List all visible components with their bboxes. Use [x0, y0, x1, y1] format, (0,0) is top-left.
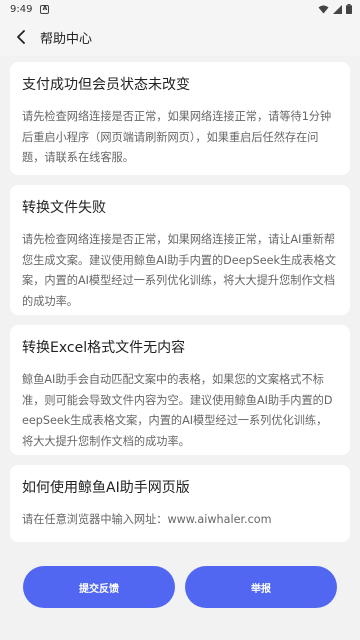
report-button[interactable]: 举报 [185, 566, 337, 608]
status-bar: 9:49 A [0, 0, 360, 18]
faq-body: 请先检查网络连接是否正常，如果网络连接正常，请等待1分钟后重启小程序（网页端请刷… [22, 110, 332, 164]
page-title: 帮助中心 [40, 31, 93, 47]
faq-title: 支付成功但会员状态未改变 [22, 77, 190, 93]
battery-icon [346, 4, 352, 14]
faq-list: 支付成功但会员状态未改变 请先检查网络连接是否正常，如果网络连接正常，请等待1分… [0, 56, 360, 542]
status-icons [318, 4, 352, 14]
chevron-left-icon [17, 30, 25, 44]
wifi-icon [318, 5, 329, 13]
status-time: 9:49 [10, 3, 33, 15]
faq-card: 转换文件失败 请先检查网络连接是否正常，如果网络连接正常，请让AI重新帮您生成文… [10, 185, 350, 315]
faq-title: 如何使用鲸鱼AI助手网页版 [22, 480, 190, 496]
action-bar: 提交反馈 举报 [0, 566, 360, 608]
faq-body: 请在任意浏览器中输入网址：www.aiwhaler.com [22, 513, 272, 526]
faq-card: 支付成功但会员状态未改变 请先检查网络连接是否正常，如果网络连接正常，请等待1分… [10, 62, 350, 175]
submit-feedback-button[interactable]: 提交反馈 [23, 566, 175, 608]
faq-title: 转换文件失败 [22, 200, 106, 216]
faq-card: 转换Excel格式文件无内容 鲸鱼AI助手会自动匹配文案中的表格，如果您的文案格… [10, 325, 350, 455]
notification-icon: A [40, 4, 50, 14]
faq-card: 如何使用鲸鱼AI助手网页版 请在任意浏览器中输入网址：www.aiwhaler.… [10, 465, 350, 542]
faq-title: 转换Excel格式文件无内容 [22, 340, 186, 356]
faq-body: 鲸鱼AI助手会自动匹配文案中的表格，如果您的文案格式不标准，则可能会导致文件内容… [22, 373, 333, 448]
back-button[interactable] [10, 26, 32, 48]
app-header: 帮助中心 [0, 18, 360, 56]
signal-icon [333, 4, 342, 14]
faq-body: 请先检查网络连接是否正常，如果网络连接正常，请让AI重新帮您生成文案。建议使用鲸… [22, 233, 336, 308]
